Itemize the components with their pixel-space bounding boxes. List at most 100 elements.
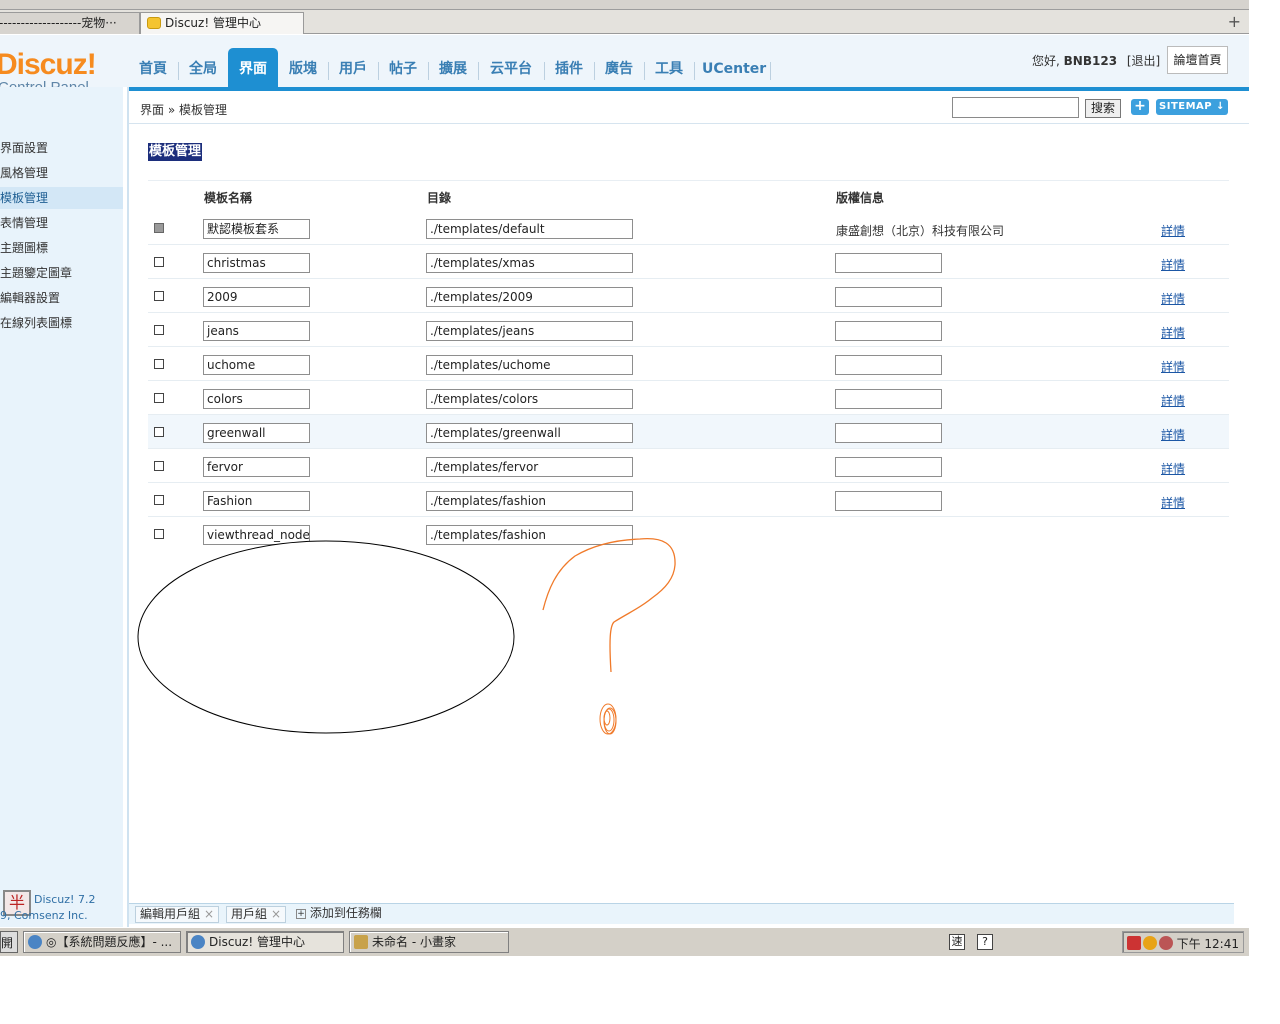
sidebar-item-styles[interactable]: 風格管理 <box>0 162 123 184</box>
row-checkbox[interactable] <box>154 257 164 267</box>
nav-ads[interactable]: 廣告 <box>602 48 636 88</box>
admin-task-strip: 編輯用戶組 × 用戶組 × + 添加到任務欄 <box>129 903 1234 924</box>
browser-tab-pet[interactable]: -------------------宠物··· <box>0 12 140 34</box>
sidebar-item-editor[interactable]: 編輯器設置 <box>0 287 123 309</box>
sidebar: 界面設置 風格管理 模板管理 表情管理 主題圖標 主題鑒定圖章 編輯器設置 在線… <box>0 87 123 927</box>
nav-posts[interactable]: 帖子 <box>386 48 420 88</box>
copyright-input[interactable] <box>835 355 942 375</box>
task-tab-usergroup[interactable]: 用戶組 × <box>226 906 287 923</box>
template-name-input[interactable]: christmas <box>203 253 310 273</box>
template-dir-input[interactable]: ./templates/fashion <box>426 525 633 545</box>
template-dir-input[interactable]: ./templates/jeans <box>426 321 633 341</box>
template-name-input[interactable]: Fashion <box>203 491 310 511</box>
copyright-input[interactable] <box>835 491 942 511</box>
taskbar-button-label: ◎【系統問題反應】- ... <box>46 935 173 949</box>
forum-home-button[interactable]: 論壇首頁 <box>1167 46 1228 74</box>
template-dir-input[interactable]: ./templates/fashion <box>426 491 633 511</box>
volume-icon[interactable] <box>1127 936 1141 950</box>
task-tab-edit-usergroup[interactable]: 編輯用戶組 × <box>135 906 220 923</box>
table-top-border <box>148 180 1229 181</box>
detail-link[interactable]: 詳情 <box>1161 392 1185 409</box>
column-header-name: 模板名稱 <box>204 191 253 205</box>
row-checkbox[interactable] <box>154 427 164 437</box>
nav-interface[interactable]: 界面 <box>228 48 278 88</box>
template-dir-input[interactable]: ./templates/default <box>426 219 633 239</box>
close-icon[interactable]: × <box>204 907 214 921</box>
add-shortcut-icon[interactable]: + <box>1131 99 1149 115</box>
sidebar-item-online-icons[interactable]: 在線列表圖標 <box>0 312 123 334</box>
row-checkbox[interactable] <box>154 393 164 403</box>
detail-link[interactable]: 詳情 <box>1161 290 1185 307</box>
detail-link[interactable]: 詳情 <box>1161 494 1185 511</box>
network-icon[interactable] <box>1159 936 1173 950</box>
detail-link[interactable]: 詳情 <box>1161 324 1185 341</box>
taskbar-button-feedback[interactable]: ◎【系統問題反應】- ... <box>23 931 181 953</box>
sitemap-button[interactable]: SITEMAP ↓ <box>1156 99 1228 115</box>
new-tab-icon[interactable]: + <box>1228 12 1241 31</box>
template-name-input[interactable]: colors <box>203 389 310 409</box>
ime-language-icon[interactable]: 速 <box>949 934 965 950</box>
nav-forums[interactable]: 版塊 <box>286 48 320 88</box>
copyright-input[interactable] <box>835 253 942 273</box>
sidebar-item-stamps[interactable]: 主題鑒定圖章 <box>0 262 123 284</box>
row-checkbox[interactable] <box>154 495 164 505</box>
search-button[interactable]: 搜索 <box>1085 99 1121 118</box>
table-row: colors ./templates/colors 詳情 <box>148 381 1229 415</box>
template-dir-input[interactable]: ./templates/colors <box>426 389 633 409</box>
row-checkbox[interactable] <box>154 325 164 335</box>
copyright-input[interactable] <box>835 389 942 409</box>
taskbar-button-paint[interactable]: 未命名 - 小畫家 <box>349 931 509 953</box>
row-checkbox[interactable] <box>154 359 164 369</box>
start-button[interactable]: 開始 <box>0 931 18 953</box>
template-dir-input[interactable]: ./templates/uchome <box>426 355 633 375</box>
row-checkbox[interactable] <box>154 529 164 539</box>
template-name-input[interactable]: 2009 <box>203 287 310 307</box>
favicon-icon <box>147 17 161 29</box>
template-dir-input[interactable]: ./templates/xmas <box>426 253 633 273</box>
nav-divider <box>378 62 379 80</box>
browser-menu-strip <box>0 0 1249 10</box>
sidebar-item-interface-settings[interactable]: 界面設置 <box>0 137 123 159</box>
template-name-input[interactable]: viewthread_node <box>203 525 310 545</box>
nav-extend[interactable]: 擴展 <box>436 48 470 88</box>
detail-link[interactable]: 詳情 <box>1161 426 1185 443</box>
template-name-input[interactable]: jeans <box>203 321 310 341</box>
template-name-input[interactable]: uchome <box>203 355 310 375</box>
browser-tab-discuz[interactable]: Discuz! 管理中心 <box>140 12 304 34</box>
nav-divider <box>594 62 595 80</box>
nav-plugins[interactable]: 插件 <box>552 48 586 88</box>
search-input[interactable] <box>952 97 1079 118</box>
sidebar-item-thread-icons[interactable]: 主題圖標 <box>0 237 123 259</box>
template-name-input[interactable]: greenwall <box>203 423 310 443</box>
nav-tools[interactable]: 工具 <box>652 48 686 88</box>
logout-link[interactable]: [退出] <box>1127 54 1160 68</box>
row-checkbox[interactable] <box>154 291 164 301</box>
row-checkbox[interactable] <box>154 461 164 471</box>
taskbar-button-discuz[interactable]: Discuz! 管理中心 <box>186 931 344 953</box>
copyright-input[interactable] <box>835 423 942 443</box>
detail-link[interactable]: 詳情 <box>1161 256 1185 273</box>
detail-link[interactable]: 詳情 <box>1161 222 1185 239</box>
security-icon[interactable] <box>1143 936 1157 950</box>
copyright-input[interactable] <box>835 321 942 341</box>
sidebar-item-templates[interactable]: 模板管理 <box>0 187 123 209</box>
table-row: greenwall ./templates/greenwall 詳情 <box>148 415 1229 449</box>
template-dir-input[interactable]: ./templates/greenwall <box>426 423 633 443</box>
nav-users[interactable]: 用戶 <box>336 48 370 88</box>
template-name-input[interactable]: fervor <box>203 457 310 477</box>
copyright-input[interactable] <box>835 457 942 477</box>
copyright-input[interactable] <box>835 287 942 307</box>
close-icon[interactable]: × <box>271 907 281 921</box>
detail-link[interactable]: 詳情 <box>1161 460 1185 477</box>
nav-ucenter[interactable]: UCenter <box>702 48 766 88</box>
sidebar-item-smilies[interactable]: 表情管理 <box>0 212 123 234</box>
template-dir-input[interactable]: ./templates/fervor <box>426 457 633 477</box>
nav-cloud[interactable]: 云平台 <box>486 48 536 88</box>
detail-link[interactable]: 詳情 <box>1161 358 1185 375</box>
add-to-taskbar-button[interactable]: + 添加到任務欄 <box>296 906 382 921</box>
template-dir-input[interactable]: ./templates/2009 <box>426 287 633 307</box>
help-icon[interactable]: ? <box>977 934 993 950</box>
nav-home[interactable]: 首頁 <box>136 48 170 88</box>
nav-global[interactable]: 全局 <box>186 48 220 88</box>
template-name-input[interactable]: 默認模板套系 <box>203 219 310 239</box>
